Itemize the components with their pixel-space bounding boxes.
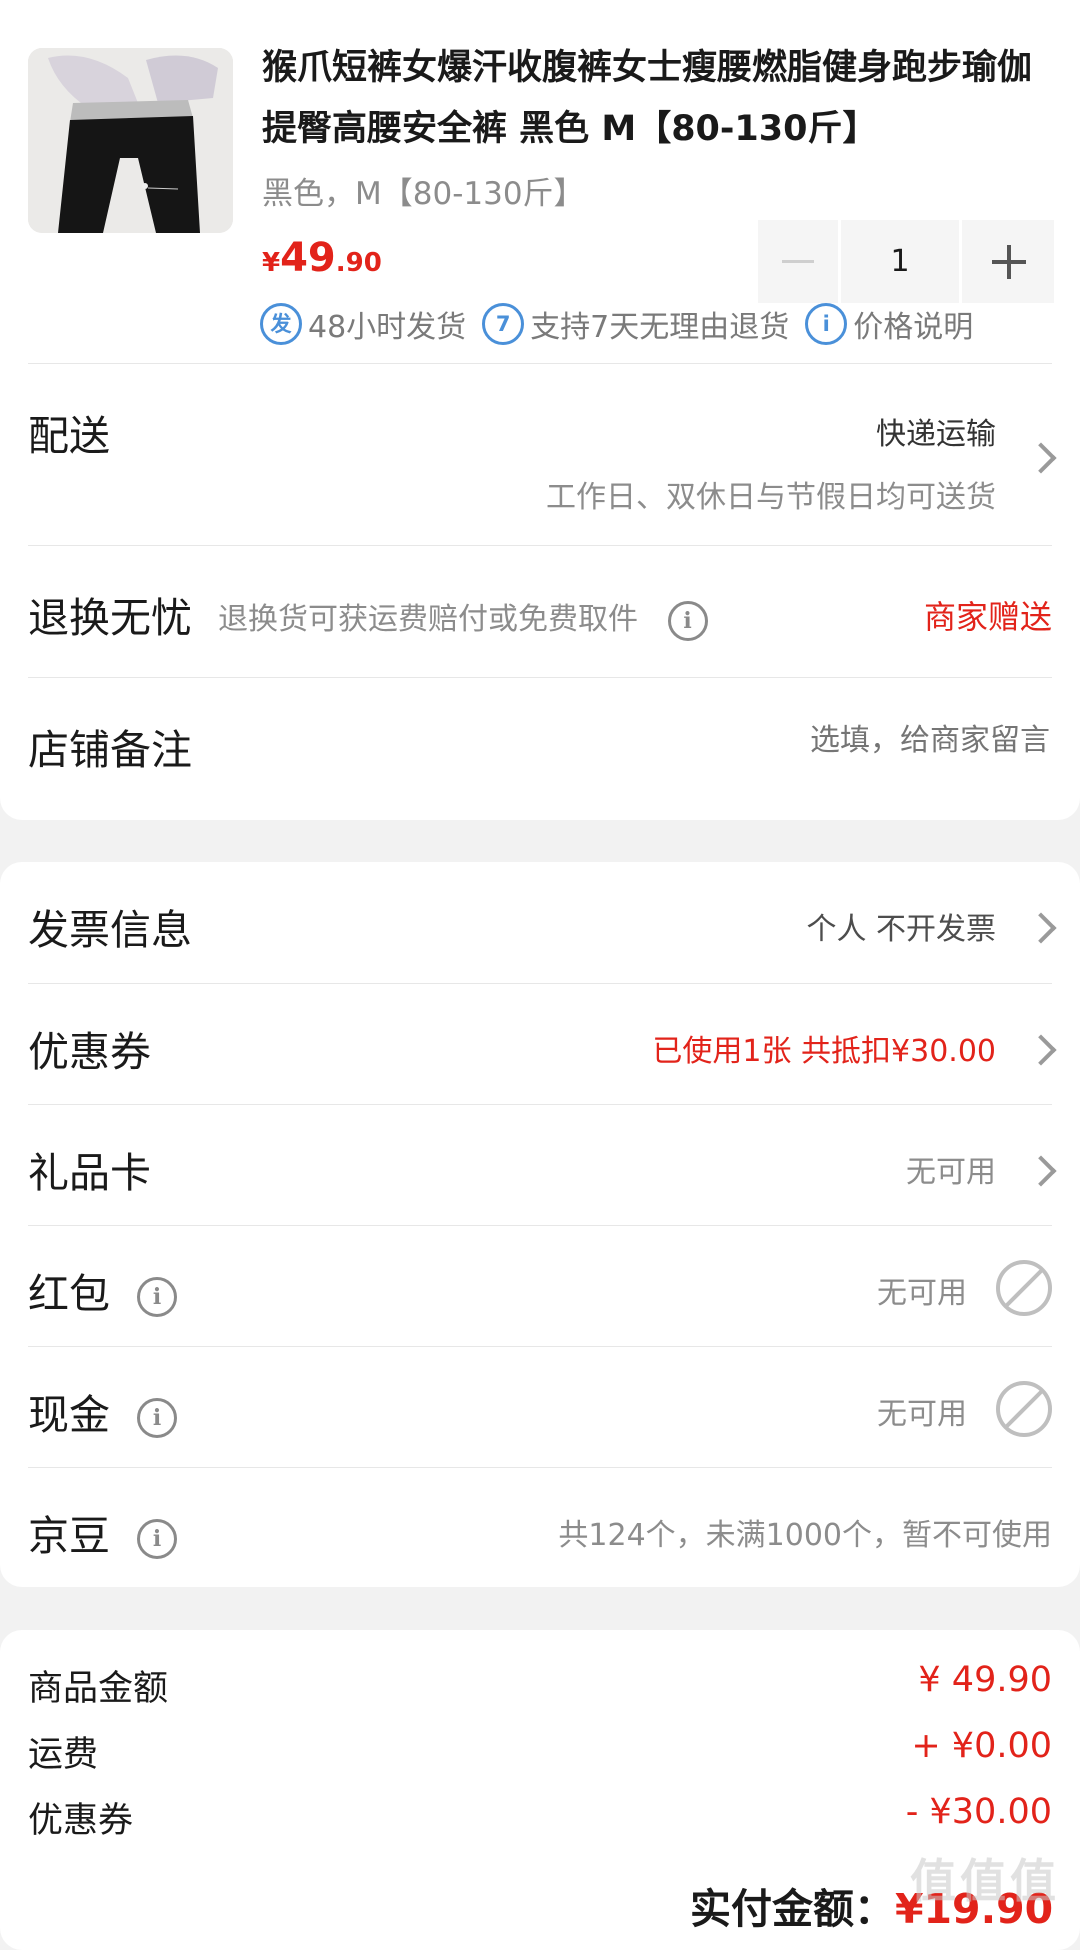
info-icon: i [805, 303, 848, 345]
redpacket-label: 红包 [28, 1270, 110, 1318]
giftcard-label: 礼品卡 [28, 1149, 151, 1197]
watermark: 值值值 [910, 1854, 1060, 1908]
invoice-value: 个人 不开发票 [806, 912, 996, 947]
cash-label: 现金 [28, 1391, 110, 1439]
jingdou-label: 京豆 [28, 1512, 110, 1560]
decrease-quantity-button[interactable] [758, 220, 838, 303]
service-tags: 发 48小时发货 7 支持7天无理由退货 i 价格说明 [260, 302, 989, 346]
delivery-label: 配送 [28, 412, 110, 460]
goods-amount-value: ¥ 49.90 [918, 1660, 1052, 1700]
returns-label: 退换无忧 [28, 594, 192, 642]
info-icon[interactable]: i [667, 600, 708, 641]
tag-label: 48小时发货 [308, 310, 467, 345]
invoice-row[interactable]: 发票信息 个人 不开发票 [28, 862, 1052, 984]
price-integer: 49 [280, 235, 336, 281]
jingdou-row: 京豆 i 共124个，未满1000个，暂不可使用 [28, 1468, 1052, 1586]
returns-desc: 退换货可获运费赔付或免费取件 i [218, 594, 708, 641]
unavailable-icon [996, 1260, 1052, 1316]
tag-7day-return: 7 支持7天无理由退货 [482, 302, 789, 346]
tag-label: 价格说明 [853, 310, 974, 345]
coupon-value: 已使用1张 共抵扣¥30.00 [652, 1034, 996, 1069]
info-icon[interactable]: i [137, 1519, 178, 1559]
summary-coupon-row: 优惠券 - ¥30.00 [28, 1792, 1052, 1852]
product-price: ¥49.90 [262, 235, 382, 281]
tag-48h-shipping: 发 48小时发货 [260, 302, 466, 346]
product-thumbnail[interactable] [28, 48, 233, 233]
coupon-discount-value: - ¥30.00 [905, 1792, 1052, 1832]
summary-shipping-row: 运费 + ¥0.00 [28, 1726, 1052, 1786]
delivery-method: 快递运输 [876, 417, 996, 452]
invoice-label: 发票信息 [28, 906, 192, 954]
delivery-note: 工作日、双休日与节假日均可送货 [546, 480, 996, 515]
jingdou-label-group: 京豆 i [28, 1502, 178, 1562]
returns-row[interactable]: 退换无忧 退换货可获运费赔付或免费取件 i 商家赠送 [28, 546, 1052, 678]
order-item-card: 猴爪短裤女爆汗收腹裤女士瘦腰燃脂健身跑步瑜伽提臀高腰安全裤 黑色 M【80-13… [0, 0, 1080, 820]
shipping-fee-label: 运费 [28, 1735, 99, 1775]
product-title[interactable]: 猴爪短裤女爆汗收腹裤女士瘦腰燃脂健身跑步瑜伽提臀高腰安全裤 黑色 M【80-13… [262, 38, 1052, 160]
info-icon[interactable]: i [137, 1398, 178, 1438]
giftcard-row[interactable]: 礼品卡 无可用 [28, 1105, 1052, 1226]
payment-options-card: 发票信息 个人 不开发票 优惠券 已使用1张 共抵扣¥30.00 礼品卡 无可用… [0, 862, 1080, 1587]
price-decimal: .90 [335, 248, 382, 278]
info-icon[interactable]: i [137, 1277, 178, 1317]
total-label: 实付金额： [690, 1885, 895, 1933]
chevron-right-icon [1030, 1157, 1052, 1179]
returns-status: 商家赠送 [923, 598, 1052, 636]
cash-value: 无可用 [877, 1397, 967, 1432]
price-currency: ¥ [262, 248, 281, 278]
product-spec: 黑色，M【80-130斤】 [262, 176, 585, 212]
unavailable-icon [996, 1381, 1052, 1437]
chevron-right-icon [1030, 444, 1052, 466]
ship-badge-icon: 发 [260, 303, 302, 345]
giftcard-value: 无可用 [906, 1155, 996, 1190]
seven-day-return-icon: 7 [482, 303, 525, 345]
remark-label: 店铺备注 [28, 726, 192, 774]
product-image [28, 48, 233, 233]
chevron-right-icon [1030, 914, 1052, 936]
summary-goods-row: 商品金额 ¥ 49.90 [28, 1660, 1052, 1720]
coupon-discount-label: 优惠券 [28, 1801, 134, 1841]
redpacket-label-group: 红包 i [28, 1260, 178, 1320]
cash-row: 现金 i 无可用 [28, 1347, 1052, 1468]
goods-amount-label: 商品金额 [28, 1669, 169, 1709]
returns-desc-text: 退换货可获运费赔付或免费取件 [218, 602, 638, 637]
coupon-label: 优惠券 [28, 1028, 151, 1076]
delivery-row[interactable]: 配送 快递运输 工作日、双休日与节假日均可送货 [28, 364, 1052, 546]
coupon-row[interactable]: 优惠券 已使用1张 共抵扣¥30.00 [28, 984, 1052, 1105]
quantity-value[interactable]: 1 [841, 220, 959, 303]
shipping-fee-value: + ¥0.00 [911, 1726, 1052, 1766]
remark-row: 店铺备注 [28, 678, 1052, 818]
cash-label-group: 现金 i [28, 1381, 178, 1441]
jingdou-value: 共124个，未满1000个，暂不可使用 [558, 1518, 1052, 1553]
increase-quantity-button[interactable] [962, 220, 1054, 303]
tag-price-info[interactable]: i 价格说明 [805, 302, 973, 346]
remark-input[interactable] [528, 714, 1052, 766]
tag-label: 支持7天无理由退货 [530, 310, 790, 345]
chevron-right-icon [1030, 1036, 1052, 1058]
redpacket-value: 无可用 [877, 1276, 967, 1311]
redpacket-row: 红包 i 无可用 [28, 1226, 1052, 1347]
quantity-stepper: 1 [758, 220, 1054, 303]
